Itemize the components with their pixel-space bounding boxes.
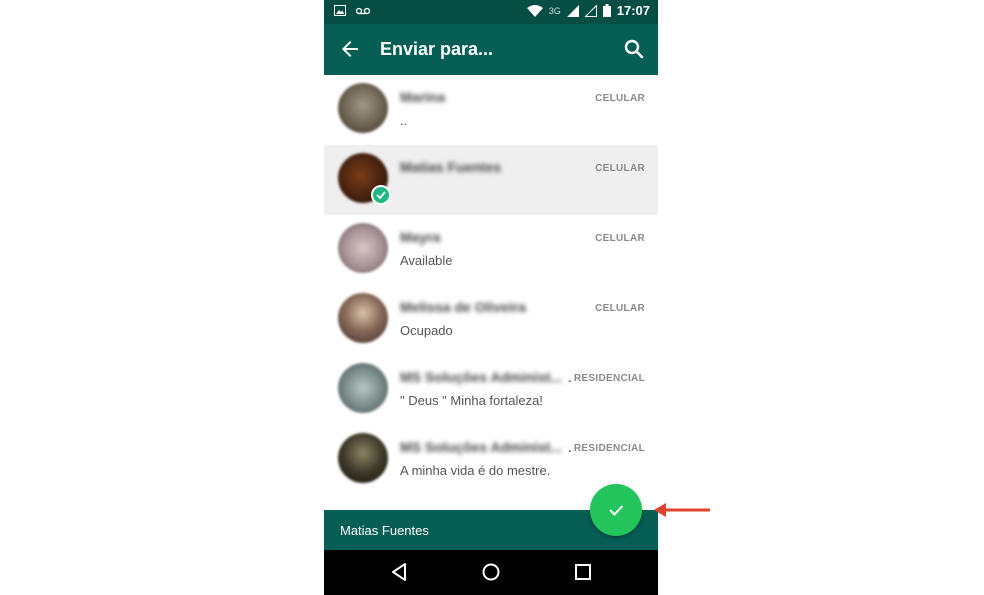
avatar — [338, 223, 388, 273]
voicemail-icon — [356, 7, 370, 14]
phone-type-label: RESIDENCIAL — [573, 373, 645, 384]
clock: 17:07 — [616, 3, 650, 18]
image-notification-icon — [334, 5, 346, 16]
search-icon[interactable] — [622, 37, 646, 61]
contact-status: A minha vida é do mestre. — [400, 463, 551, 478]
signal-empty-icon — [584, 4, 597, 17]
status-bar: 3G 17:07 — [324, 0, 658, 24]
contact-row-selected[interactable]: Matias Fuentes CELULAR — [324, 145, 658, 215]
network-type: 3G — [548, 5, 561, 16]
contact-status: Ocupado — [400, 323, 453, 338]
contact-name: MS Soluções Administ... — [400, 439, 563, 455]
phone-type-label: CELULAR — [595, 93, 645, 104]
nav-recents-icon[interactable] — [575, 564, 591, 580]
avatar — [338, 293, 388, 343]
avatar — [338, 363, 388, 413]
contact-row[interactable]: Melissa de Oliveira CELULAR Ocupado — [324, 285, 658, 355]
wifi-icon — [526, 4, 543, 17]
avatar — [338, 83, 388, 133]
name-ellipsis: . — [568, 369, 572, 385]
contact-name: MS Soluções Administ... — [400, 369, 563, 385]
signal-icon — [566, 4, 579, 17]
selected-check-icon — [371, 185, 391, 205]
contact-row[interactable]: Marina CELULAR .. — [324, 75, 658, 145]
battery-icon — [602, 4, 611, 17]
phone-type-label: CELULAR — [595, 163, 645, 174]
contact-name: Mayra — [400, 229, 441, 245]
nav-home-icon[interactable] — [482, 563, 500, 581]
selected-contact-name: Matias Fuentes — [340, 523, 429, 538]
contact-name: Melissa de Oliveira — [400, 299, 527, 315]
contact-name: Marina — [400, 89, 446, 105]
contact-status: Available — [400, 253, 453, 268]
send-fab-button[interactable] — [590, 484, 642, 536]
check-icon — [609, 505, 624, 516]
nav-back-icon[interactable] — [391, 563, 407, 581]
contact-name: Matias Fuentes — [400, 159, 502, 175]
page-title: Enviar para... — [380, 39, 494, 59]
contact-status: .. — [400, 113, 408, 128]
phone-type-label: CELULAR — [595, 303, 645, 314]
contact-row[interactable]: MS Soluções Administ... . RESIDENCIAL " … — [324, 355, 658, 425]
name-ellipsis: . — [568, 439, 572, 455]
avatar — [338, 433, 388, 483]
phone-type-label: RESIDENCIAL — [573, 443, 645, 454]
contact-row[interactable]: Mayra CELULAR Available — [324, 215, 658, 285]
app-toolbar: Enviar para... — [324, 24, 658, 75]
annotation-arrow-icon — [654, 503, 710, 517]
arrow-left-icon[interactable] — [338, 37, 362, 61]
android-nav-bar — [324, 550, 658, 595]
phone-type-label: CELULAR — [595, 233, 645, 244]
contact-status: " Deus " Minha fortaleza! — [400, 393, 543, 408]
